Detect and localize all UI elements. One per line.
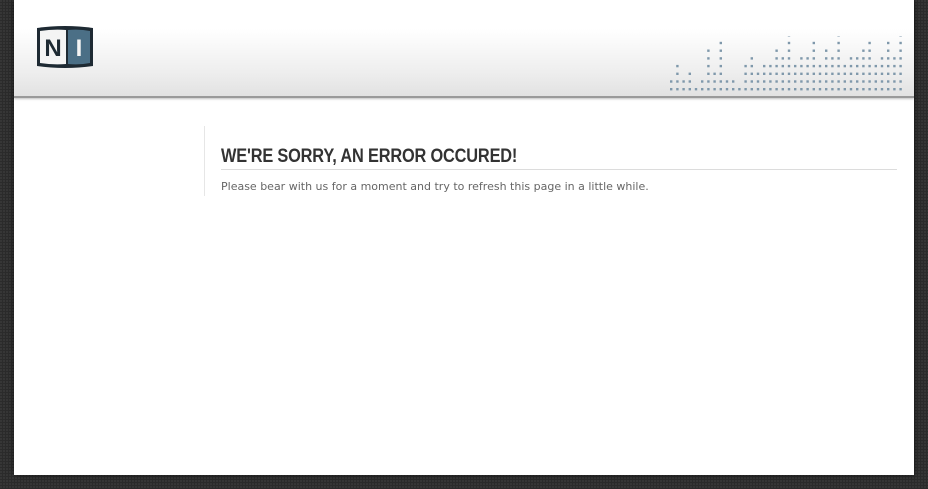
page-container: N I WE'RE SORRY, AN ERROR OCCURED! Pleas… bbox=[14, 0, 914, 475]
error-message: Please bear with us for a moment and try… bbox=[221, 180, 649, 193]
native-instruments-logo-icon[interactable]: N I bbox=[35, 25, 95, 69]
error-content: WE'RE SORRY, AN ERROR OCCURED! Please be… bbox=[204, 126, 899, 196]
equalizer-bars-icon bbox=[670, 36, 902, 91]
logo-letter-i: I bbox=[76, 35, 83, 62]
site-header: N I bbox=[14, 0, 914, 98]
error-title: WE'RE SORRY, AN ERROR OCCURED! bbox=[221, 146, 897, 170]
logo-letter-n: N bbox=[44, 35, 61, 62]
